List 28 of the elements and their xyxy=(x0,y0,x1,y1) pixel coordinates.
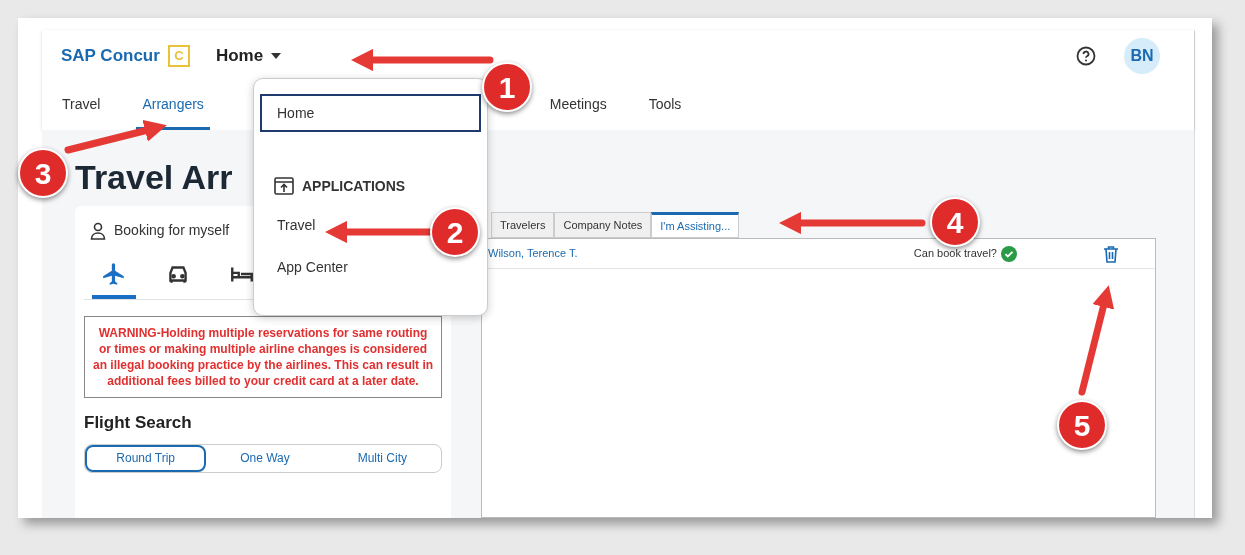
permission-label: Can book travel? xyxy=(913,246,997,262)
logo-text[interactable]: SAP Concur xyxy=(61,43,160,69)
trip-type-option[interactable]: One Way xyxy=(206,444,324,472)
person-icon xyxy=(90,221,106,240)
menu-item[interactable]: Travel xyxy=(260,206,333,244)
logo-mark: C xyxy=(167,45,190,67)
trip-type-option[interactable]: Multi City xyxy=(323,444,441,472)
section-heading: Flight Search xyxy=(84,412,193,434)
menu-item[interactable]: App Center xyxy=(260,248,365,286)
panel-tab[interactable]: I'm Assisting... xyxy=(651,212,740,238)
nav-tab[interactable]: Travel xyxy=(56,82,107,130)
booking-label: Booking for myself xyxy=(114,221,230,240)
home-menu-button[interactable]: Home xyxy=(215,43,264,69)
nav-tab[interactable]: Meetings xyxy=(543,82,613,130)
panel-tab[interactable]: Company Notes xyxy=(554,212,652,238)
upload-box-icon xyxy=(274,177,294,195)
page-title: Travel Arr xyxy=(75,160,233,194)
panel-tab[interactable]: Travelers xyxy=(491,212,555,238)
trash-icon[interactable] xyxy=(1103,244,1119,263)
menu-item[interactable]: Home xyxy=(260,94,481,132)
user-avatar[interactable]: BN xyxy=(1124,38,1160,74)
nav-tab[interactable]: Tools xyxy=(642,82,688,130)
trip-type-option[interactable]: Round Trip xyxy=(85,444,207,472)
caret-icon xyxy=(271,53,282,59)
menu-section-heading: APPLICATIONS xyxy=(302,176,406,196)
help-icon[interactable] xyxy=(1076,46,1096,66)
traveler-link[interactable]: Wilson, Terence T. xyxy=(488,245,578,262)
warning-message: WARNING-Holding multiple reservations for same routing or times or making multiple airline changes is considered an illegal booking practice by the airlines. This can result in additional fees billed to your credit card at a later date. xyxy=(84,316,442,398)
